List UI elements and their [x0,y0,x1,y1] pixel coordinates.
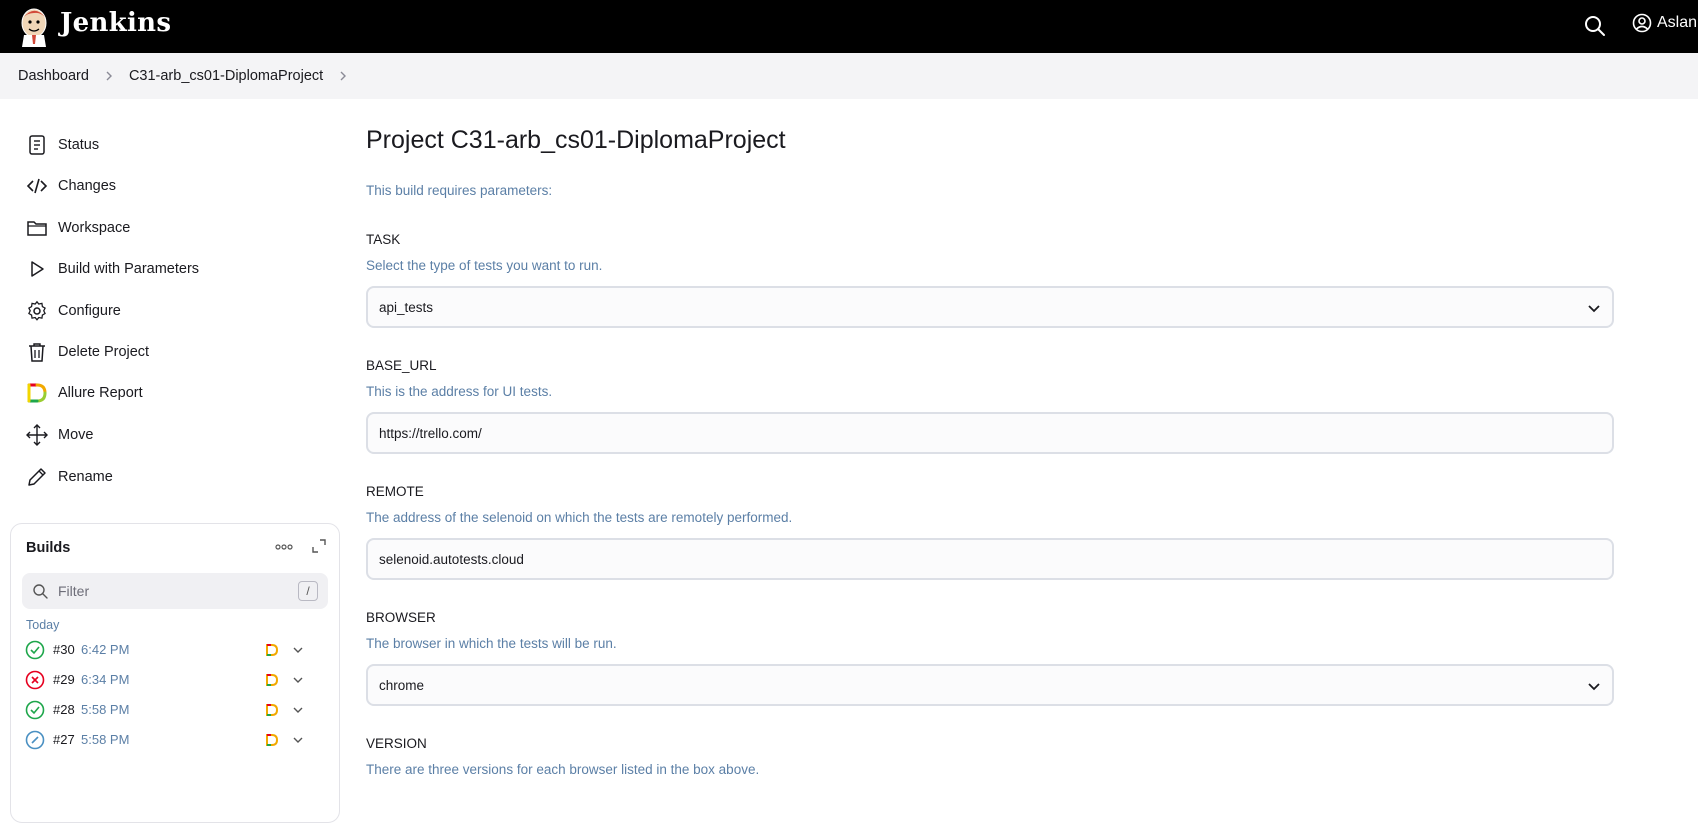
allure-icon[interactable] [265,673,279,687]
build-row[interactable]: #30 6:42 PM [25,638,331,662]
more-options-icon[interactable] [274,540,294,554]
breadcrumb-project[interactable]: C31-arb_cs01-DiplomaProject [129,68,323,84]
param-name-version: VERSION [366,736,427,751]
sidebar-item-status[interactable]: Status [26,133,99,157]
user-icon [1632,13,1652,33]
allure-icon [27,383,47,403]
requires-parameters-text: This build requires parameters: [366,183,553,198]
expand-icon[interactable] [311,538,327,554]
allure-icon[interactable] [265,643,279,657]
allure-icon[interactable] [265,703,279,717]
sidebar-item-label: Allure Report [58,385,143,401]
pencil-icon [28,468,46,486]
remote-value: selenoid.autotests.cloud [379,551,524,567]
builds-group-label: Today [26,618,60,632]
user-menu[interactable]: Aslan [1632,13,1697,33]
success-icon [25,640,45,660]
sidebar-item-allure-report[interactable]: Allure Report [26,381,143,405]
task-select[interactable]: api_tests [366,286,1614,328]
breadcrumb: Dashboard C31-arb_cs01-DiplomaProject [0,53,1698,99]
builds-filter: / [22,573,328,609]
browser-select[interactable]: chrome [366,664,1614,706]
chevron-down-icon[interactable] [291,703,305,717]
param-name-browser: BROWSER [366,610,436,625]
search-icon [33,584,48,599]
param-name-task: TASK [366,232,401,247]
gear-icon [28,300,46,321]
base-url-value: https://trello.com/ [379,425,482,441]
search-icon[interactable] [1583,14,1607,38]
sidebar-item-label: Status [58,137,100,153]
build-time[interactable]: 5:58 PM [81,702,129,717]
main-content: Project C31-arb_cs01-DiplomaProject This… [366,99,1698,780]
chevron-down-icon[interactable] [291,673,305,687]
play-icon [31,261,44,277]
sidebar-item-label: Configure [58,303,121,319]
sidebar-item-label: Move [58,427,94,443]
param-description-task: Select the type of tests you want to run… [366,258,603,273]
build-number[interactable]: #29 [53,672,75,687]
sidebar-item-build-with-parameters[interactable]: Build with Parameters [26,257,199,281]
builds-card: Builds / Today #30 6:42 PM [10,523,340,823]
chevron-right-icon[interactable] [337,70,349,82]
param-description-remote: The address of the selenoid on which the… [366,510,793,525]
build-time[interactable]: 6:42 PM [81,642,129,657]
chevron-down-icon[interactable] [291,643,305,657]
page-title: Project C31-arb_cs01-DiplomaProject [366,126,786,154]
sidebar-item-label: Changes [58,178,117,194]
build-time[interactable]: 5:58 PM [81,732,129,747]
sidebar-item-delete-project[interactable]: Delete Project [26,340,149,364]
task-select-value: api_tests [379,299,434,315]
failed-icon [25,670,45,690]
aborted-icon [25,730,45,750]
sidebar-item-workspace[interactable]: Workspace [26,216,130,240]
base-url-input[interactable]: https://trello.com/ [366,412,1614,454]
param-description-browser: The browser in which the tests will be r… [366,636,617,651]
allure-icon[interactable] [265,733,279,747]
top-header: Jenkins Aslan [0,0,1698,53]
build-number[interactable]: #30 [53,642,75,657]
build-number[interactable]: #27 [53,732,75,747]
remote-input[interactable]: selenoid.autotests.cloud [366,538,1614,580]
build-number[interactable]: #28 [53,702,75,717]
build-row[interactable]: #27 5:58 PM [25,728,331,752]
move-icon [26,424,48,446]
sidebar-item-changes[interactable]: Changes [26,174,116,198]
chevron-down-icon[interactable] [291,733,305,747]
param-description-base-url: This is the address for UI tests. [366,384,553,399]
build-row[interactable]: #29 6:34 PM [25,668,331,692]
sidebar-item-label: Delete Project [58,344,150,360]
status-icon [29,135,45,155]
chevron-right-icon [106,71,112,81]
breadcrumb-dashboard[interactable]: Dashboard [18,68,89,84]
app-name: Jenkins [60,8,172,38]
sidebar-item-move[interactable]: Move [26,423,93,447]
sidebar: Status Changes Workspace Build with Para… [0,99,345,823]
browser-select-value: chrome [379,677,425,693]
sidebar-item-rename[interactable]: Rename [26,465,113,489]
success-icon [25,700,45,720]
build-time[interactable]: 6:34 PM [81,672,129,687]
param-name-base-url: BASE_URL [366,358,437,373]
jenkins-logo-link[interactable]: Jenkins [18,4,171,48]
param-description-version: There are three versions for each browse… [366,762,760,777]
user-name: Aslan [1657,14,1698,31]
sidebar-item-configure[interactable]: Configure [26,299,121,323]
chevron-down-icon [1588,683,1600,691]
sidebar-item-label: Rename [58,469,113,485]
folder-icon [27,221,47,236]
filter-shortcut-key: / [298,581,318,601]
param-name-remote: REMOTE [366,484,424,499]
code-icon [26,178,48,194]
jenkins-logo-icon [21,8,47,47]
chevron-down-icon [1588,305,1600,313]
builds-filter-input[interactable] [58,581,278,601]
sidebar-item-label: Workspace [58,220,131,236]
sidebar-item-label: Build with Parameters [58,261,200,277]
build-row[interactable]: #28 5:58 PM [25,698,331,722]
builds-title: Builds [26,540,71,556]
trash-icon [29,343,45,362]
